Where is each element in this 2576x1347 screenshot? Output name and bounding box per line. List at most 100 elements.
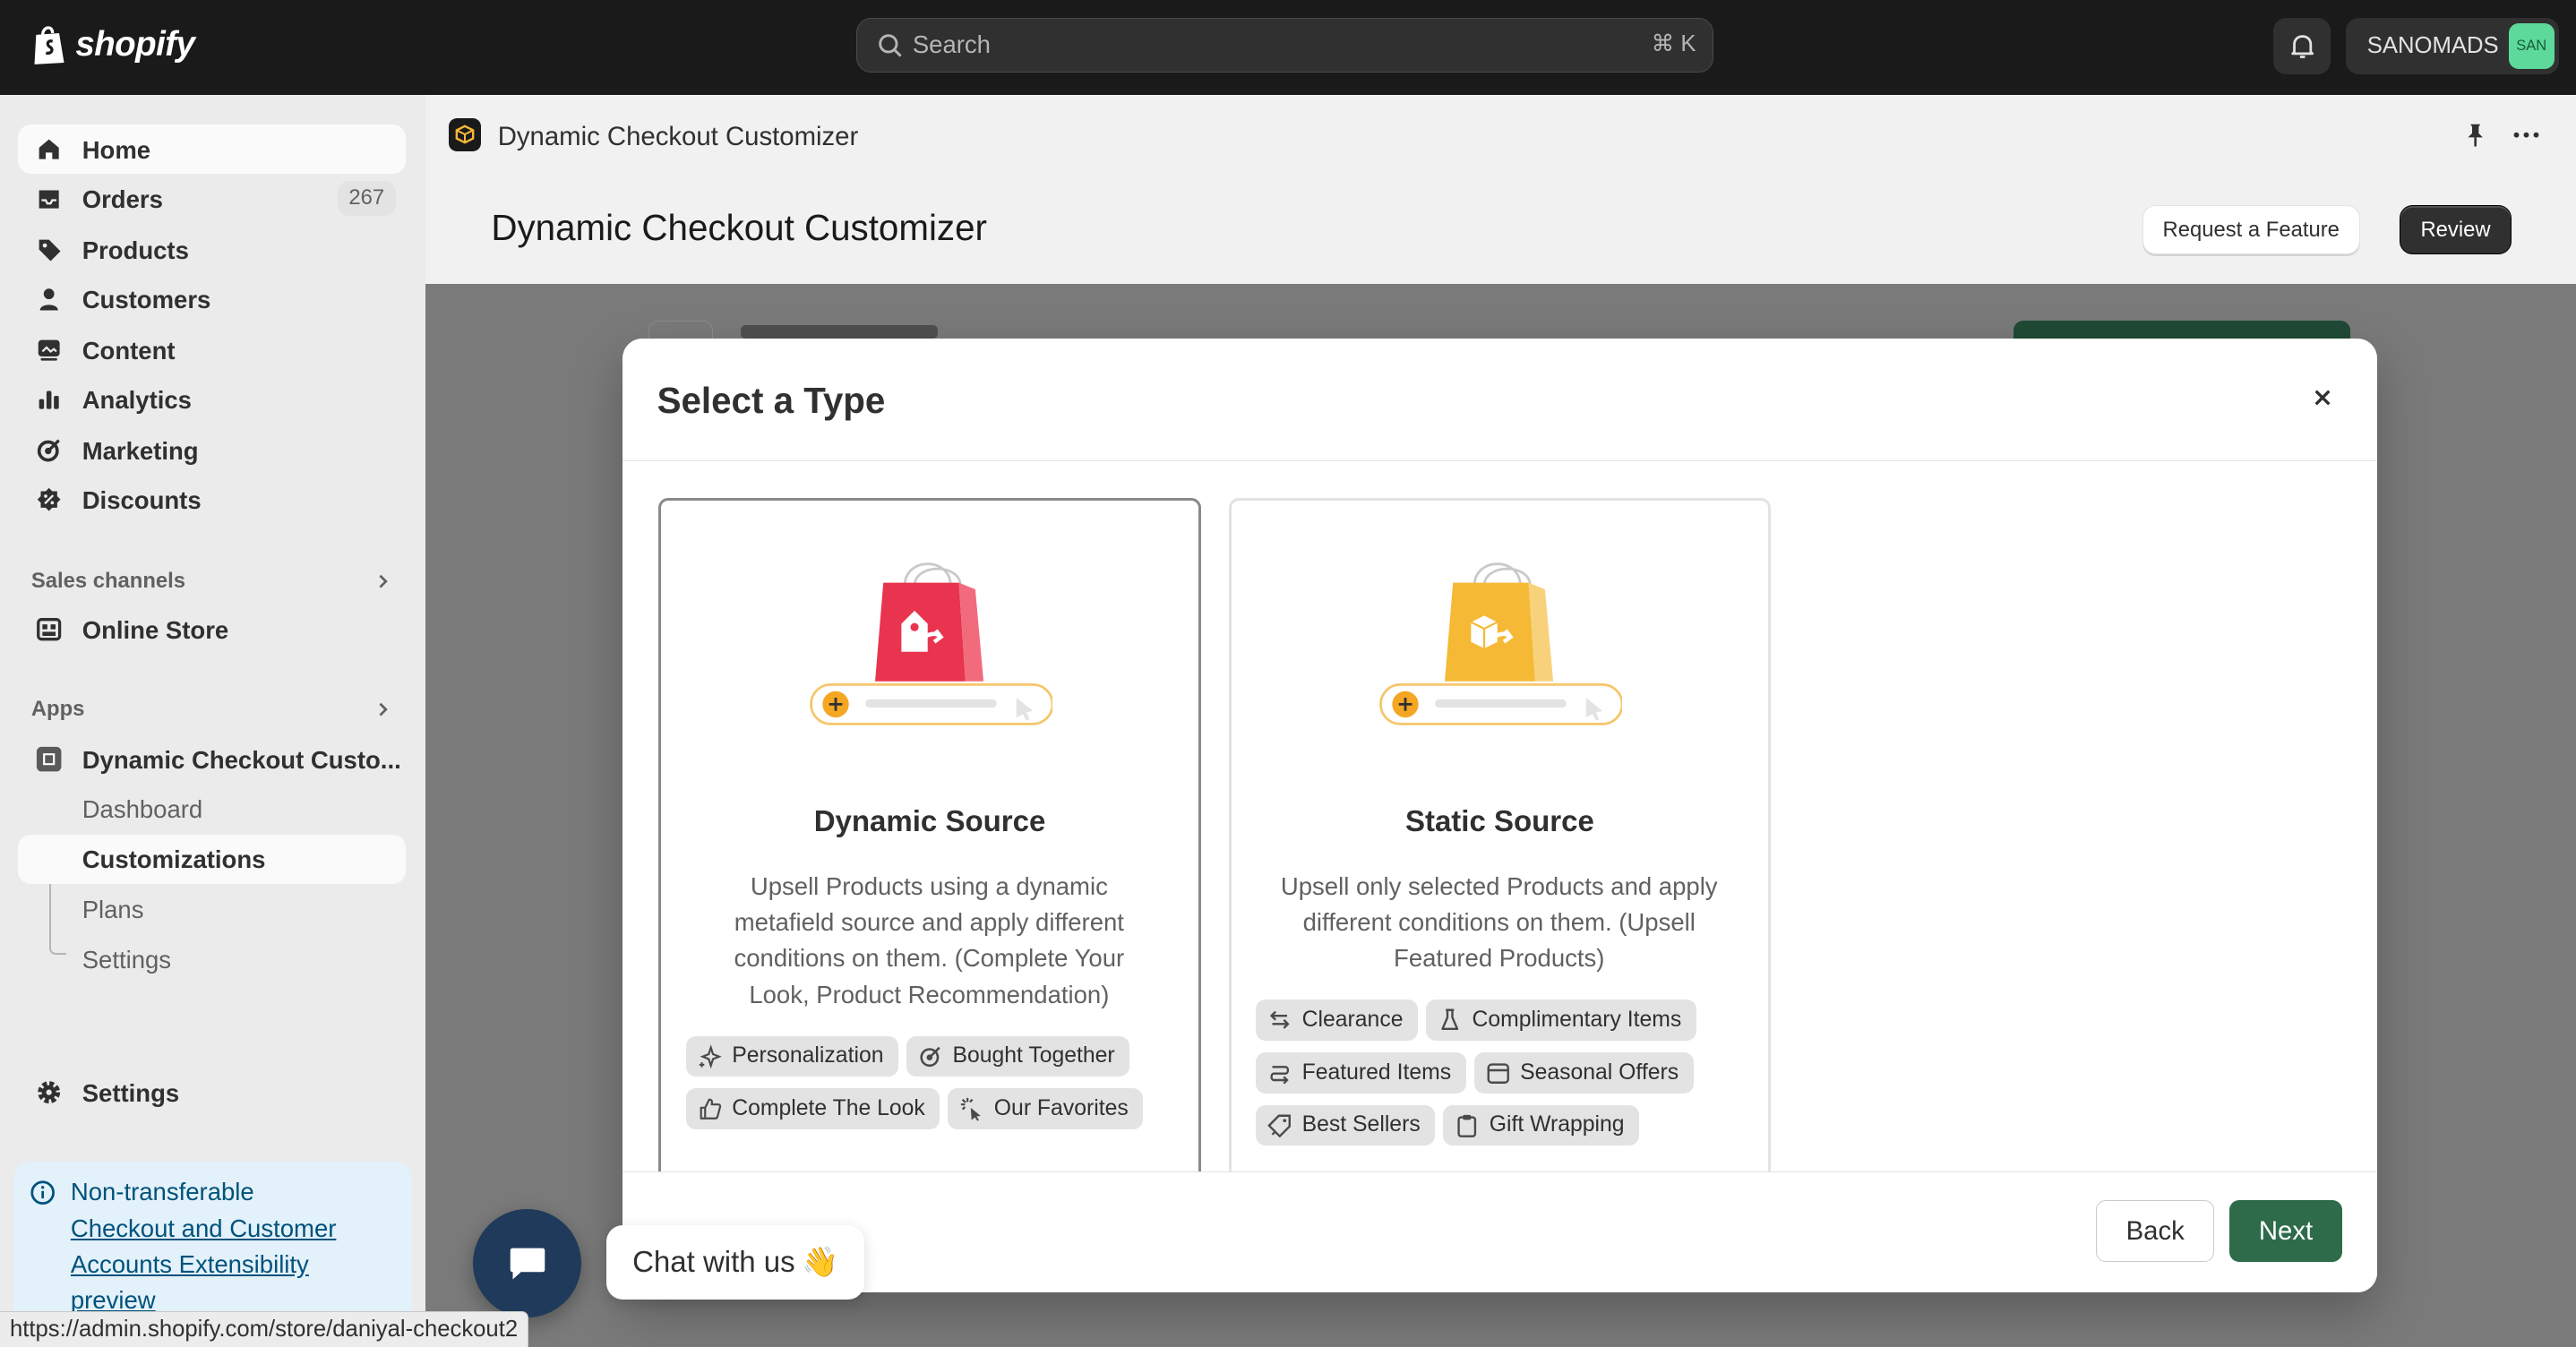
sidebar-item-customers[interactable]: Customers bbox=[18, 274, 406, 323]
select-type-modal: Select a Type Dynamic Source Upsell Prod… bbox=[623, 338, 2377, 1293]
chat-with-us-label[interactable]: Chat with us 👋 bbox=[605, 1225, 865, 1300]
more-horizontal-icon[interactable] bbox=[2512, 122, 2541, 148]
sidebar-item-label: Settings bbox=[82, 946, 172, 974]
gear-icon bbox=[38, 1081, 61, 1104]
store-name: SANOMADS bbox=[2366, 32, 2499, 58]
app-title-bar: Dynamic Checkout Customizer bbox=[425, 95, 2576, 175]
discount-badge-icon bbox=[38, 487, 61, 511]
shopify-logo[interactable]: shopify bbox=[30, 23, 195, 66]
sidebar-item-settings[interactable]: Settings bbox=[18, 1068, 406, 1117]
modal-footer: Back Next bbox=[623, 1171, 2377, 1293]
background-button bbox=[2014, 320, 2351, 340]
sidebar-item-home[interactable]: Home bbox=[18, 124, 406, 175]
brand-name: shopify bbox=[75, 24, 195, 64]
sidebar-item-label: Plans bbox=[82, 895, 144, 923]
target-icon bbox=[38, 439, 61, 462]
pin-icon[interactable] bbox=[2462, 122, 2488, 148]
notice-link[interactable]: Checkout and Customer Accounts Extensibi… bbox=[71, 1211, 399, 1319]
modal-title: Select a Type bbox=[657, 379, 886, 421]
sidebar-subitem-settings[interactable]: Settings bbox=[18, 935, 406, 984]
close-button[interactable] bbox=[2306, 381, 2340, 414]
sidebar-item-label: Discounts bbox=[82, 485, 202, 514]
sidebar-item-label: Home bbox=[82, 136, 151, 165]
sidebar-item-online-store[interactable]: Online Store bbox=[18, 605, 406, 654]
chat-icon bbox=[510, 1248, 545, 1280]
type-card-static[interactable]: Static Source Upsell only selected Produ… bbox=[1228, 497, 1772, 1171]
app-logo-icon bbox=[448, 118, 482, 151]
sidebar-item-marketing[interactable]: Marketing bbox=[18, 425, 406, 475]
chat-launcher-button[interactable] bbox=[473, 1208, 582, 1317]
app-name: Dynamic Checkout Customizer bbox=[497, 121, 859, 151]
avatar: SAN bbox=[2508, 22, 2555, 70]
store-menu-button[interactable]: SANOMADS SAN bbox=[2345, 18, 2560, 74]
tag-label: Clearance bbox=[1301, 1008, 1404, 1033]
apps-title: Apps bbox=[30, 696, 85, 721]
sidebar-item-analytics[interactable]: Analytics bbox=[18, 374, 406, 424]
tag-chip: Personalization bbox=[685, 1035, 898, 1077]
tag-label: Our Favorites bbox=[993, 1096, 1129, 1121]
info-icon bbox=[30, 1180, 55, 1205]
tag-chip: Seasonal Offers bbox=[1473, 1051, 1694, 1094]
click-icon bbox=[961, 1098, 982, 1121]
notifications-button[interactable] bbox=[2273, 18, 2331, 74]
home-icon bbox=[39, 139, 60, 159]
sidebar-item-orders[interactable]: Orders 267 bbox=[18, 174, 406, 223]
sidebar-item-label: Dashboard bbox=[82, 794, 203, 823]
sidebar-item-label: Online Store bbox=[82, 615, 229, 644]
tag-label: Complimentary Items bbox=[1472, 1008, 1682, 1033]
tag-chip: Best Sellers bbox=[1256, 1104, 1436, 1146]
card-description: Upsell only selected Products and apply … bbox=[1280, 871, 1718, 973]
request-feature-button[interactable]: Request a Feature bbox=[2142, 205, 2360, 255]
status-bar-url: https://admin.shopify.com/store/daniyal-… bbox=[0, 1310, 529, 1347]
tag-label: Seasonal Offers bbox=[1520, 1060, 1679, 1085]
next-button[interactable]: Next bbox=[2228, 1199, 2343, 1263]
tag-chip: Featured Items bbox=[1256, 1051, 1466, 1094]
tag-chip: Complimentary Items bbox=[1426, 1000, 1696, 1042]
tag-label: Gift Wrapping bbox=[1489, 1112, 1625, 1137]
tag-label: Bought Together bbox=[952, 1043, 1115, 1068]
tag-chip: Our Favorites bbox=[948, 1088, 1144, 1130]
sidebar-subitem-customizations[interactable]: Customizations bbox=[18, 834, 406, 884]
shopping-bag-illustration bbox=[1379, 562, 1623, 725]
chevron-right-icon[interactable] bbox=[374, 573, 391, 589]
tag-label: Personalization bbox=[732, 1043, 884, 1068]
sidebar-item-label: Dynamic Checkout Custo... bbox=[82, 745, 401, 774]
search-bar[interactable]: ⌘ K bbox=[855, 18, 1713, 73]
sidebar-item-discounts[interactable]: Discounts bbox=[18, 475, 406, 524]
inbox-icon bbox=[39, 190, 60, 209]
card-title: Static Source bbox=[1404, 803, 1594, 837]
search-shortcut: ⌘ K bbox=[1651, 31, 1696, 56]
tag-chip: Clearance bbox=[1256, 1000, 1418, 1042]
back-button[interactable]: Back bbox=[2096, 1199, 2215, 1263]
tag-list: Clearance Complimentary Items Featured I… bbox=[1256, 1000, 1748, 1146]
sparkle-icon bbox=[699, 1043, 722, 1069]
modal-header: Select a Type bbox=[623, 339, 2377, 461]
sidebar-item-app[interactable]: Dynamic Checkout Custo... bbox=[18, 734, 406, 784]
orders-count-badge: 267 bbox=[337, 180, 396, 216]
type-card-dynamic[interactable]: Dynamic Source Upsell Products using a d… bbox=[658, 497, 1201, 1171]
storefront-icon bbox=[37, 617, 62, 641]
sidebar-item-content[interactable]: Content bbox=[18, 325, 406, 374]
bar-chart-icon bbox=[39, 390, 60, 409]
sidebar: Home Orders 267 Products Customers Conte… bbox=[0, 95, 425, 1347]
chat-label-text: Chat with us bbox=[632, 1245, 795, 1279]
card-description: Upsell Products using a dynamic metafiel… bbox=[734, 871, 1125, 1008]
tag-list: Personalization Bought Together Complete… bbox=[685, 1035, 1179, 1130]
thumbs-up-icon bbox=[700, 1098, 721, 1120]
tag-chip: Gift Wrapping bbox=[1443, 1104, 1640, 1146]
sidebar-item-label: Orders bbox=[82, 185, 163, 214]
sidebar-subitem-plans[interactable]: Plans bbox=[18, 884, 406, 933]
waving-hand-emoji: 👋 bbox=[802, 1244, 839, 1278]
review-button[interactable]: Review bbox=[2400, 205, 2512, 255]
sidebar-item-label: Settings bbox=[82, 1078, 180, 1107]
person-icon bbox=[39, 288, 59, 311]
target-icon bbox=[920, 1046, 940, 1067]
sidebar-item-label: Content bbox=[82, 336, 176, 365]
sidebar-subitem-dashboard[interactable]: Dashboard bbox=[18, 784, 406, 833]
sales-channels-title: Sales channels bbox=[30, 568, 186, 593]
sidebar-item-products[interactable]: Products bbox=[18, 225, 406, 274]
search-input[interactable] bbox=[912, 19, 1603, 71]
chevron-right-icon[interactable] bbox=[374, 701, 391, 717]
app-icon bbox=[37, 746, 62, 772]
shopify-bag-icon bbox=[34, 26, 64, 64]
